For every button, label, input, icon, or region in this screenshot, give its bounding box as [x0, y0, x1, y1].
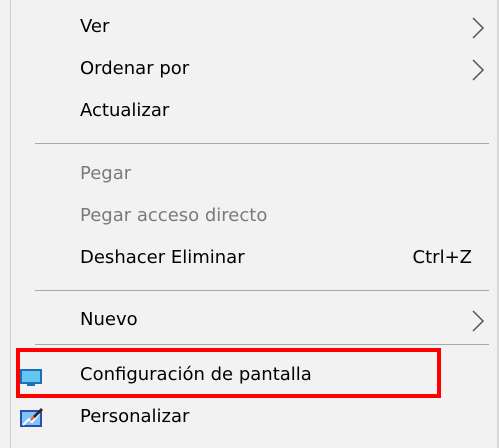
menu-item-personalizar[interactable]: Personalizar: [11, 397, 495, 439]
menu-item-actualizar[interactable]: Actualizar: [11, 91, 495, 133]
display-settings-icon: [20, 369, 42, 386]
menu-item-label: Configuración de pantalla: [80, 364, 312, 385]
chevron-right-icon: [472, 17, 485, 39]
menu-item-label: Pegar acceso directo: [80, 205, 268, 226]
menu-item-deshacer-eliminar[interactable]: Deshacer Eliminar Ctrl+Z: [11, 238, 495, 280]
chevron-right-icon: [472, 310, 485, 332]
menu-item-nuevo[interactable]: Nuevo: [11, 300, 495, 342]
menu-item-label: Nuevo: [80, 309, 138, 330]
menu-item-configuracion-de-pantalla[interactable]: Configuración de pantalla: [11, 355, 495, 397]
personalize-icon: [20, 408, 43, 427]
menu-item-pegar: Pegar: [11, 154, 495, 196]
menu-item-pegar-acceso-directo: Pegar acceso directo: [11, 196, 495, 238]
menu-item-label: Ordenar por: [80, 58, 190, 79]
menu-item-label: Deshacer Eliminar: [80, 247, 245, 268]
menu-separator: [35, 143, 489, 144]
menu-item-label: Ver: [80, 16, 110, 37]
desktop-context-menu: Ver Ordenar por Actualizar Pegar Pegar a…: [0, 0, 499, 448]
keyboard-shortcut: Ctrl+Z: [412, 247, 472, 268]
menu-item-label: Personalizar: [80, 406, 190, 427]
menu-item-ver[interactable]: Ver: [11, 7, 495, 49]
chevron-right-icon: [472, 59, 485, 81]
menu-item-ordenar-por[interactable]: Ordenar por: [11, 49, 495, 91]
menu-separator: [35, 290, 489, 291]
menu-separator: [35, 344, 489, 345]
menu-item-label: Pegar: [80, 163, 132, 184]
menu-item-label: Actualizar: [80, 100, 170, 121]
